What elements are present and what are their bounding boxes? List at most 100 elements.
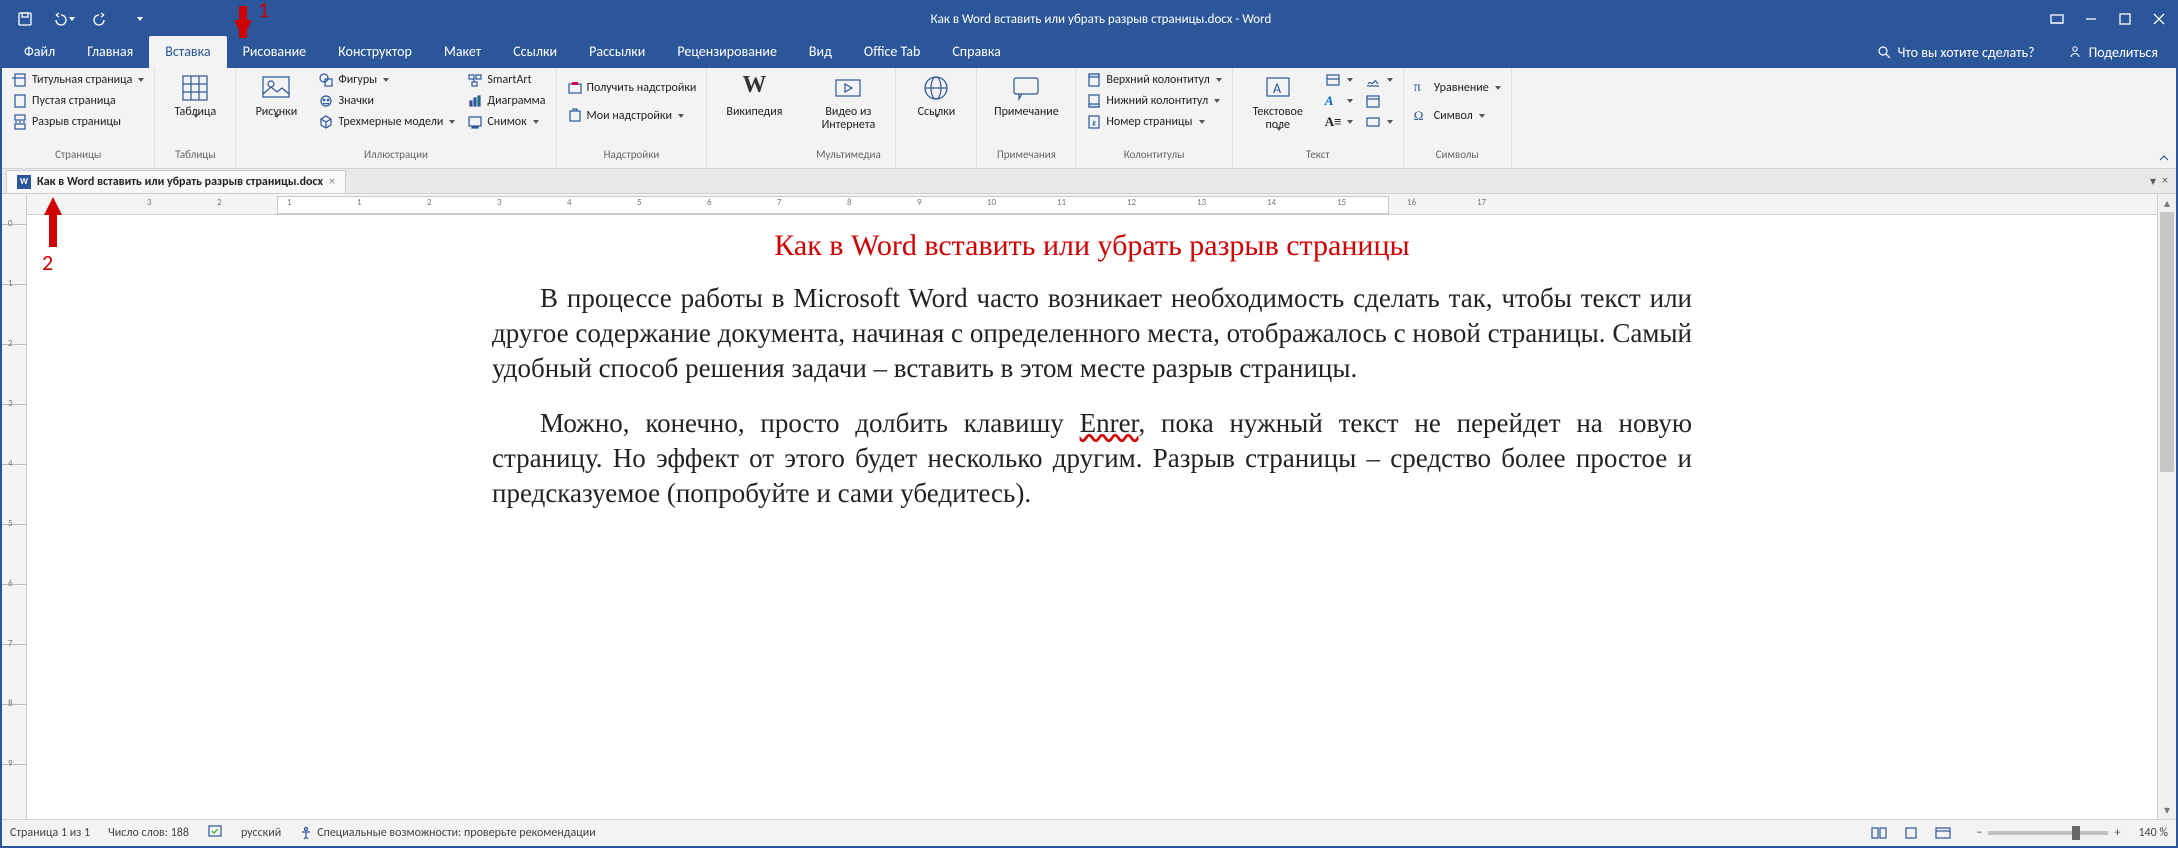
document-scroll[interactable]: Как в Word вставить или убрать разрыв ст… — [27, 215, 2157, 819]
my-addins-button[interactable]: Мои надстройки — [563, 106, 701, 126]
links-button[interactable]: Ссылки — [902, 70, 970, 134]
group-media-label: Мультимедиа — [807, 148, 889, 166]
work-area: 0123456789 3211234567891011121314151617 … — [2, 194, 2176, 819]
ribbon-options-icon[interactable] — [2040, 2, 2074, 36]
minimize-icon[interactable] — [2074, 2, 2108, 36]
horizontal-ruler[interactable]: 3211234567891011121314151617 — [27, 194, 2157, 215]
zoom-level[interactable]: 140 % — [2138, 826, 2168, 840]
view-mode-buttons — [1864, 822, 1958, 844]
tab-layout[interactable]: Макет — [428, 36, 497, 68]
tab-references[interactable]: Ссылки — [497, 36, 573, 68]
blank-page-button[interactable]: Пустая страница — [8, 91, 148, 111]
cover-page-button[interactable]: Титульная страница — [8, 70, 148, 90]
tab-review[interactable]: Рецензирование — [661, 36, 793, 68]
chart-button[interactable]: Диаграмма — [463, 91, 549, 111]
tab-officetab[interactable]: Office Tab — [848, 36, 936, 68]
svg-text:#: # — [1092, 119, 1096, 129]
tab-home[interactable]: Главная — [71, 36, 149, 68]
group-comments: Примечание Примечания — [977, 68, 1076, 168]
object-icon[interactable] — [1361, 112, 1397, 132]
scroll-down-icon[interactable]: ▾ — [2158, 801, 2176, 819]
wikipedia-button[interactable]: W Википедия — [713, 70, 795, 121]
zoom-slider[interactable]: − + — [1976, 826, 2120, 840]
undo-icon[interactable] — [46, 2, 80, 36]
3d-models-button[interactable]: Трехмерные модели — [314, 112, 459, 132]
wordart-icon[interactable]: A — [1321, 91, 1357, 111]
pictures-button[interactable]: Рисунки — [242, 70, 310, 134]
text-box-button[interactable]: A Текстовое поле — [1239, 70, 1317, 147]
tab-draw[interactable]: Рисование — [227, 36, 323, 68]
scroll-up-icon[interactable]: ▴ — [2158, 194, 2176, 212]
group-tables-label: Таблицы — [161, 148, 229, 166]
tab-design[interactable]: Конструктор — [322, 36, 428, 68]
status-page[interactable]: Страница 1 из 1 — [10, 826, 90, 840]
header-button[interactable]: Верхний колонтитул — [1082, 70, 1225, 90]
smartart-button[interactable]: SmartArt — [463, 70, 549, 90]
group-pages: Титульная страница Пустая страница Разры… — [2, 68, 155, 168]
screenshot-button[interactable]: Снимок — [463, 112, 549, 132]
group-symbols: πУравнение ΩСимвол Символы — [1404, 68, 1512, 168]
page-break-button[interactable]: Разрыв страницы — [8, 112, 148, 132]
close-tab-icon[interactable]: × — [329, 175, 335, 189]
table-button[interactable]: Таблица — [161, 70, 229, 134]
vertical-scrollbar[interactable]: ▴ ▾ — [2157, 194, 2176, 819]
drop-cap-icon[interactable]: A≡ — [1321, 112, 1357, 132]
web-layout-icon[interactable] — [1928, 822, 1958, 844]
quick-access-toolbar — [2, 2, 162, 36]
qat-customize-icon[interactable] — [122, 2, 156, 36]
title-bar: Как в Word вставить или убрать разрыв ст… — [2, 2, 2176, 36]
tell-me-placeholder: Что вы хотите сделать? — [1898, 44, 2035, 61]
signature-line-icon[interactable] — [1361, 70, 1397, 90]
doc-paragraph-2: Можно, конечно, просто долбить клавишу E… — [492, 406, 1692, 511]
maximize-icon[interactable] — [2108, 2, 2142, 36]
status-bar: Страница 1 из 1 Число слов: 188 русский … — [2, 819, 2176, 846]
tell-me-search[interactable]: Что вы хотите сделать? — [1862, 36, 2049, 68]
read-mode-icon[interactable] — [1864, 822, 1894, 844]
status-language[interactable]: русский — [241, 826, 281, 840]
status-accessibility[interactable]: Специальные возможности: проверьте реком… — [299, 826, 596, 840]
status-proofing-icon[interactable] — [207, 823, 223, 843]
group-comments-label: Примечания — [983, 148, 1069, 166]
vertical-ruler[interactable]: 0123456789 — [2, 194, 27, 819]
save-icon[interactable] — [8, 2, 42, 36]
tab-file[interactable]: Файл — [8, 36, 71, 68]
tab-close-all-icon[interactable]: × — [2162, 174, 2168, 188]
tab-mailings[interactable]: Рассылки — [573, 36, 661, 68]
tab-view[interactable]: Вид — [793, 36, 848, 68]
get-addins-button[interactable]: Получить надстройки — [563, 78, 701, 98]
date-time-icon[interactable] — [1361, 91, 1397, 111]
svg-text:A: A — [1273, 80, 1282, 97]
group-tables: Таблица Таблицы — [155, 68, 236, 168]
document-page: Как в Word вставить или убрать разрыв ст… — [372, 215, 1812, 819]
document-tab[interactable]: W Как в Word вставить или убрать разрыв … — [6, 170, 346, 193]
word-doc-icon: W — [17, 175, 31, 189]
document-tab-bar: W Как в Word вставить или убрать разрыв … — [2, 169, 2176, 194]
online-video-button[interactable]: Видео из Интернета — [807, 70, 889, 134]
zoom-out-icon[interactable]: − — [1976, 826, 1982, 840]
symbol-button[interactable]: ΩСимвол — [1410, 106, 1505, 126]
window-controls — [2040, 2, 2176, 36]
redo-icon[interactable] — [84, 2, 118, 36]
status-word-count[interactable]: Число слов: 188 — [108, 826, 189, 840]
collapse-ribbon-icon[interactable] — [2152, 68, 2176, 168]
icons-button[interactable]: Значки — [314, 91, 459, 111]
close-icon[interactable] — [2142, 2, 2176, 36]
quick-parts-icon[interactable] — [1321, 70, 1357, 90]
scroll-thumb[interactable] — [2160, 212, 2174, 472]
zoom-in-icon[interactable]: + — [2114, 826, 2120, 840]
tab-dropdown-icon[interactable]: ▾ — [2150, 174, 2156, 189]
tab-insert[interactable]: Вставка — [149, 36, 226, 68]
print-layout-icon[interactable] — [1896, 822, 1926, 844]
shapes-button[interactable]: Фигуры — [314, 70, 459, 90]
comment-button[interactable]: Примечание — [983, 70, 1069, 121]
footer-button[interactable]: Нижний колонтитул — [1082, 91, 1225, 111]
page-number-button[interactable]: #Номер страницы — [1082, 112, 1225, 132]
group-wikipedia: W Википедия — [707, 68, 801, 168]
share-button[interactable]: Поделиться — [2049, 36, 2176, 68]
tab-help[interactable]: Справка — [936, 36, 1017, 68]
group-addins-label: Надстройки — [563, 148, 701, 166]
app-window: Как в Word вставить или убрать разрыв ст… — [0, 0, 2178, 848]
equation-button[interactable]: πУравнение — [1410, 78, 1505, 98]
group-pages-label: Страницы — [8, 148, 148, 166]
group-headerfooter: Верхний колонтитул Нижний колонтитул #Но… — [1076, 68, 1232, 168]
